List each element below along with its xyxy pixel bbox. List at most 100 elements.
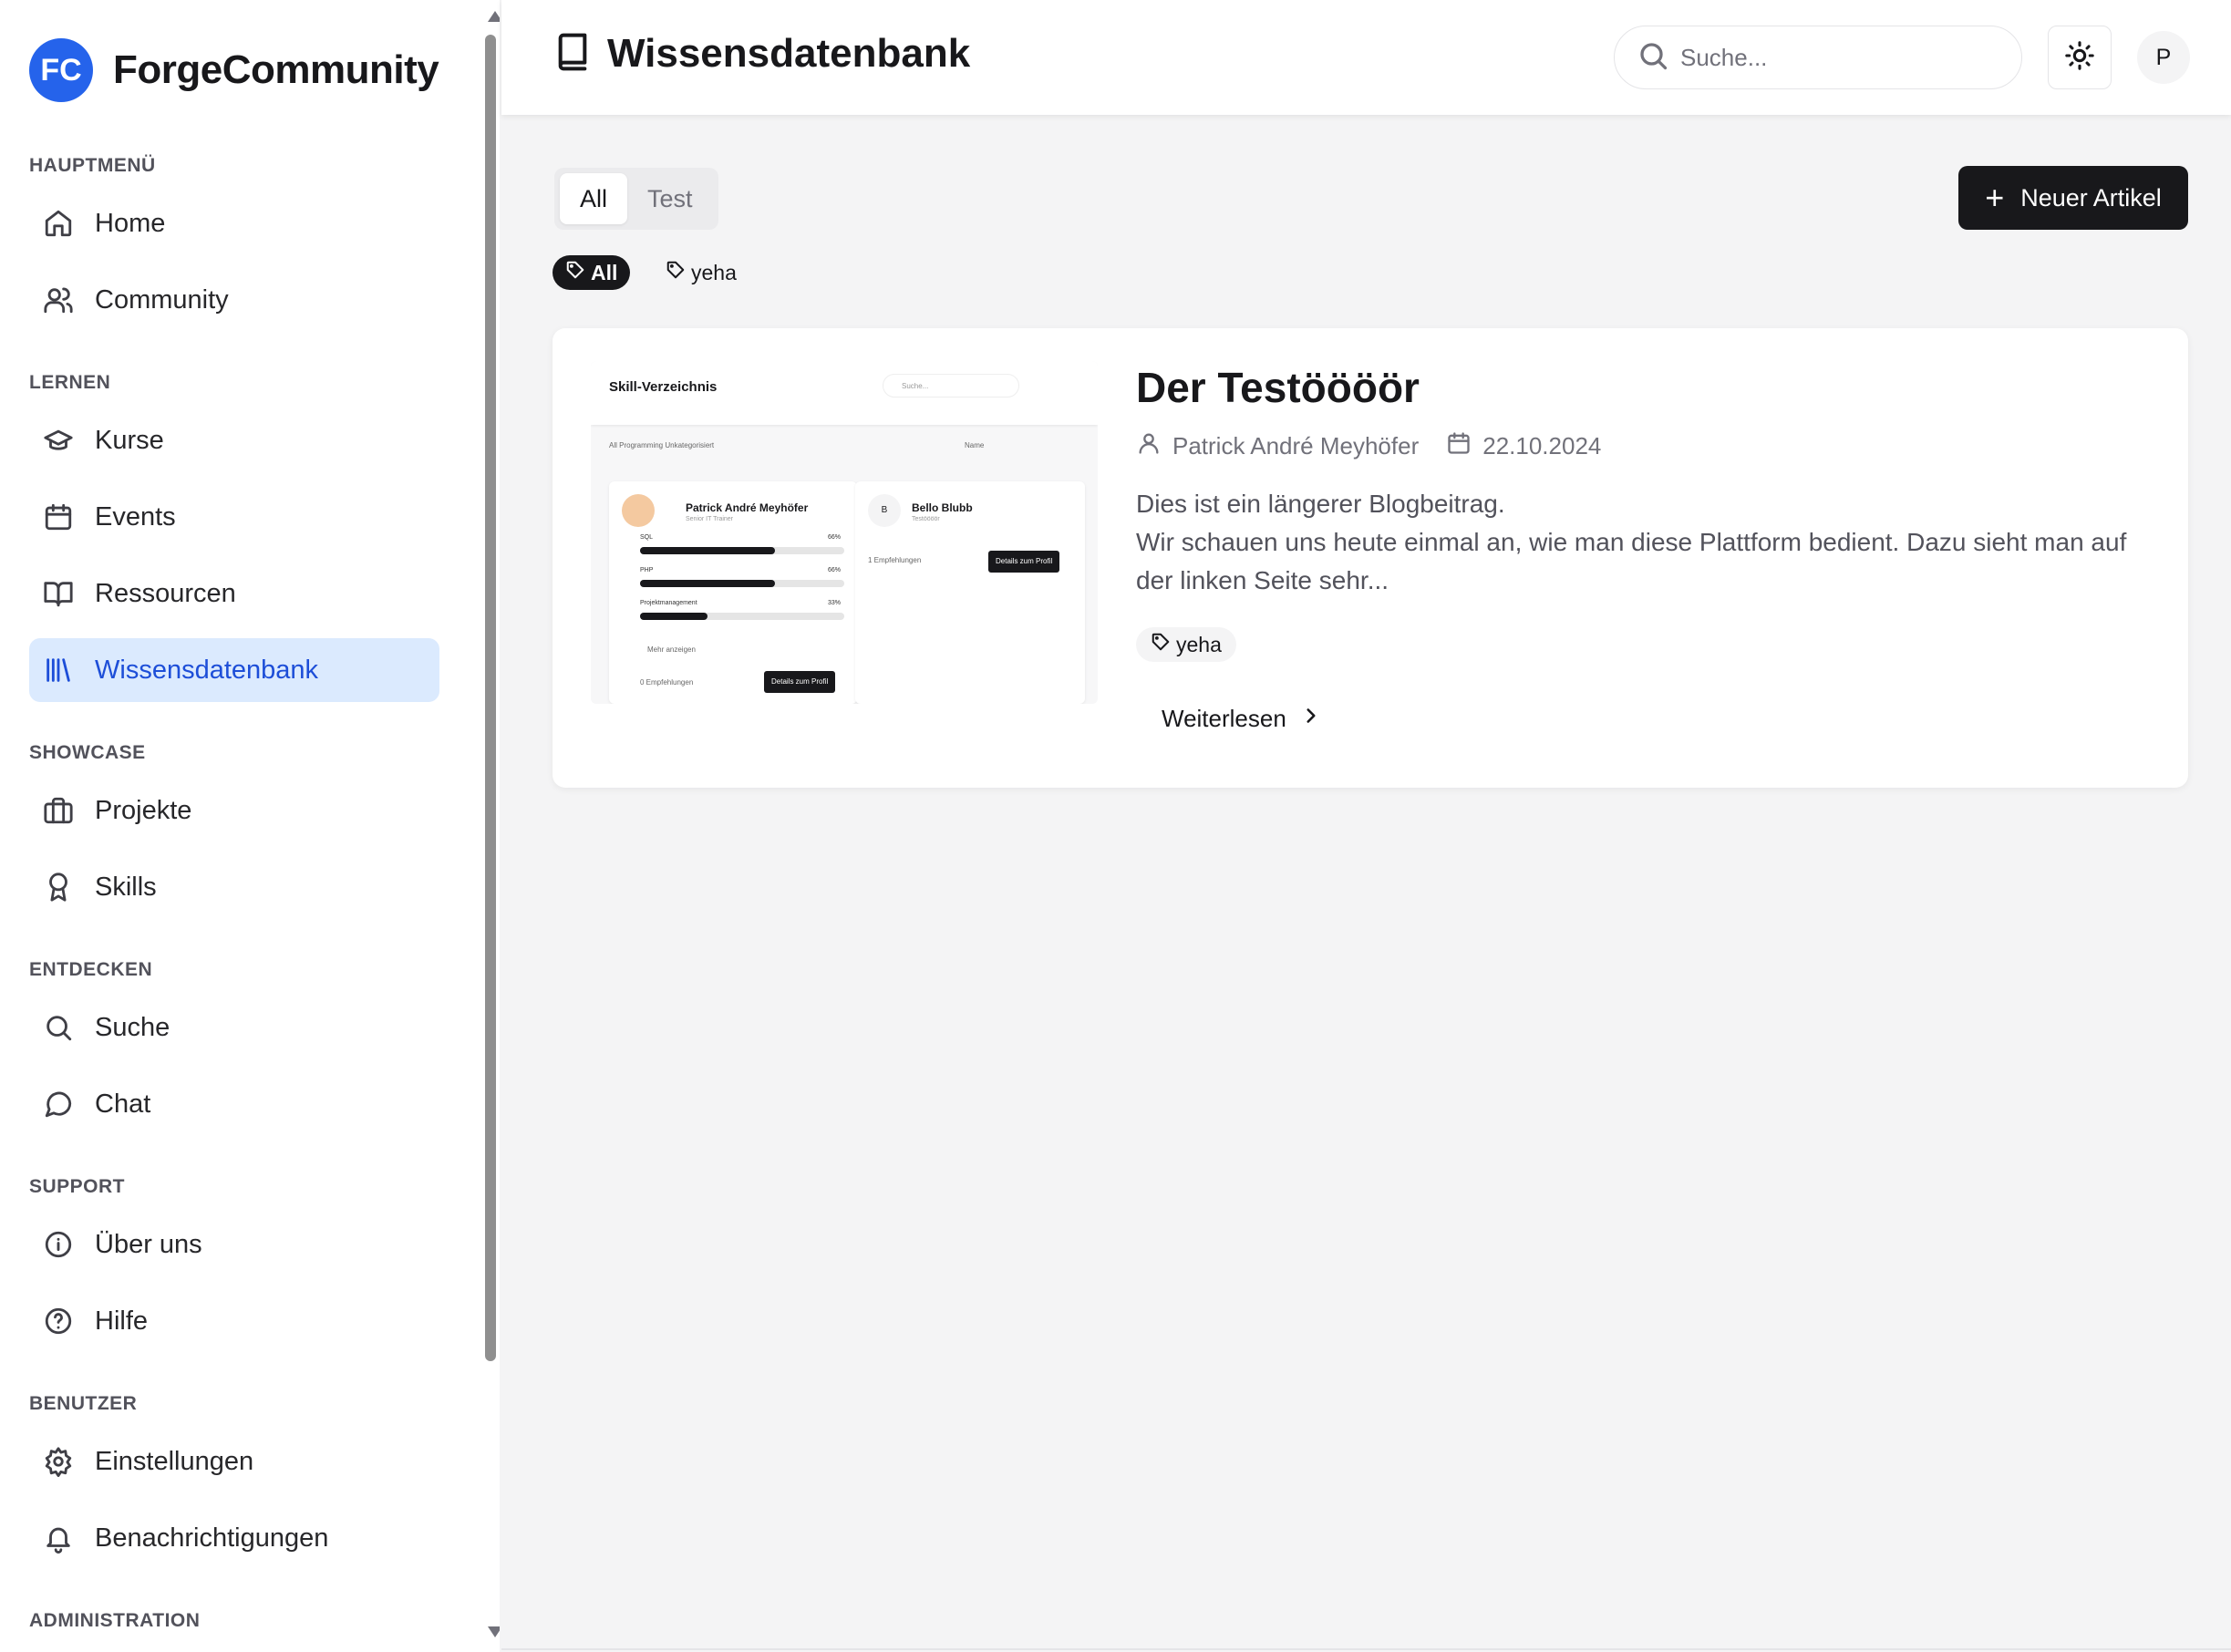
thumbnail-recommendations: 1 Empfehlungen (868, 556, 922, 564)
sidebar-item-events[interactable]: Events (29, 485, 439, 549)
calendar-icon (1446, 430, 1472, 462)
sidebar-item-community[interactable]: Community (29, 268, 439, 332)
section-title-showcase: SHOWCASE (29, 742, 146, 763)
sidebar-item-einstellungen[interactable]: Einstellungen (29, 1430, 439, 1493)
new-article-label: Neuer Artikel (2020, 183, 2162, 212)
section-title-benutzer: BENUTZER (29, 1393, 138, 1414)
sidebar-item-benachrichtigungen[interactable]: Benachrichtigungen (29, 1506, 439, 1570)
thumbnail-search: Suche... (883, 374, 1019, 398)
thumbnail-avatar: B (868, 494, 901, 527)
thumbnail-details-button: Details zum Profil (764, 671, 836, 693)
brand[interactable]: FC ForgeCommunity (29, 38, 439, 102)
sidebar-item-label: Benachrichtigungen (95, 1523, 329, 1553)
search-input[interactable] (1680, 43, 1990, 72)
article-excerpt: Dies ist ein längerer Blogbeitrag. Wir s… (1136, 485, 2148, 600)
brand-logo: FC (29, 38, 93, 102)
sidebar-item-label: Skills (95, 872, 157, 902)
sidebar-item-kurse[interactable]: Kurse (29, 408, 439, 472)
gear-icon (42, 1445, 75, 1478)
tag-icon (565, 260, 591, 285)
sidebar-item-label: Über uns (95, 1229, 202, 1259)
thumbnail-title: Skill-Verzeichnis (609, 379, 718, 395)
bell-icon (42, 1522, 75, 1554)
thumbnail-avatar (622, 494, 655, 527)
tag-icon (1151, 632, 1176, 657)
tag-filter-all[interactable]: All (553, 255, 631, 290)
search-icon (1637, 39, 1669, 77)
sidebar-item-wissensdatenbank[interactable]: Wissensdatenbank (29, 638, 439, 702)
brand-name: ForgeCommunity (113, 47, 439, 92)
article-tag[interactable]: yeha (1136, 627, 1236, 662)
read-more-label: Weiterlesen (1162, 705, 1286, 732)
thumbnail-tabs: All Programming Unkategorisiert (609, 441, 715, 449)
thumbnail-skill-bar (640, 613, 844, 620)
sidebar-item-label: Hilfe (95, 1306, 149, 1336)
sidebar-item-label: Wissensdatenbank (95, 655, 319, 685)
article-tag-label: yeha (1176, 632, 1222, 656)
thumbnail-profile-name: Patrick André Meyhöfer (686, 501, 809, 514)
section-title-support: SUPPORT (29, 1176, 126, 1197)
category-tabs: All Test (554, 168, 718, 230)
briefcase-icon (42, 794, 75, 827)
book-open-icon (42, 577, 75, 610)
page-title-text: Wissensdatenbank (607, 31, 971, 76)
sidebar-item-label: Home (95, 208, 166, 238)
search-box[interactable] (1614, 26, 2022, 89)
top-header: Wissensdatenbank P (501, 0, 2231, 115)
plus-icon: + (1985, 179, 2005, 216)
section-title-lernen: LERNEN (29, 372, 111, 393)
tag-icon (666, 260, 691, 285)
user-avatar[interactable]: P (2137, 31, 2190, 84)
article-date: 22.10.2024 (1482, 432, 1602, 459)
library-icon (42, 654, 75, 687)
article-excerpt-line: Wir schauen uns heute einmal an, wie man… (1136, 528, 2127, 594)
sidebar-item-label: Events (95, 501, 176, 532)
sidebar-item-chat[interactable]: Chat (29, 1072, 439, 1136)
sidebar-scrollbar[interactable] (481, 0, 500, 1652)
thumbnail-skill-sql: SQL 66% (640, 534, 841, 541)
thumbnail-profile-name: Bello Blubb (912, 501, 973, 514)
thumbnail-recommendations: 0 Empfehlungen (640, 678, 694, 687)
tab-test[interactable]: Test (627, 173, 713, 224)
calendar-icon (42, 501, 75, 533)
thumbnail-profile-card: B Bello Blubb Testöööör 1 Empfehlungen D… (855, 481, 1085, 704)
chevron-right-icon (1286, 704, 1323, 734)
tag-filter-label: yeha (691, 260, 737, 284)
scrollbar-thumb[interactable] (485, 35, 496, 1361)
home-icon (42, 207, 75, 240)
sun-icon (2064, 40, 2095, 76)
sidebar-item-label: Ressourcen (95, 578, 236, 608)
graduation-cap-icon (42, 424, 75, 457)
sidebar-item-skills[interactable]: Skills (29, 855, 439, 919)
thumbnail-profile-role: Senior IT Trainer (686, 516, 734, 522)
thumbnail-profile-card: Patrick André Meyhöfer Senior IT Trainer… (609, 481, 857, 704)
read-more-link[interactable]: Weiterlesen (1162, 704, 1323, 734)
tag-filter-yeha[interactable]: yeha (653, 255, 749, 290)
sidebar-item-projekte[interactable]: Projekte (29, 779, 439, 842)
article-thumbnail: Skill-Verzeichnis Suche... All Programmi… (591, 361, 1098, 704)
article-title[interactable]: Der Testöööör (1136, 363, 1420, 412)
sidebar-item-ressourcen[interactable]: Ressourcen (29, 562, 439, 625)
section-title-entdecken: ENTDECKEN (29, 959, 153, 980)
article-card[interactable]: Skill-Verzeichnis Suche... All Programmi… (553, 328, 2188, 788)
scroll-down-arrow-icon[interactable] (488, 1626, 500, 1637)
thumbnail-skill-bar (640, 547, 844, 554)
book-icon (554, 32, 591, 77)
scroll-up-arrow-icon[interactable] (488, 11, 500, 22)
user-icon (1136, 430, 1162, 462)
sidebar-item-ueber-uns[interactable]: Über uns (29, 1213, 439, 1276)
thumbnail-profile-role: Testöööör (912, 516, 940, 522)
sidebar-item-hilfe[interactable]: Hilfe (29, 1289, 439, 1353)
thumbnail-sort: Name (965, 441, 985, 449)
thumbnail-details-button: Details zum Profil (988, 551, 1060, 573)
help-circle-icon (42, 1305, 75, 1337)
article-excerpt-line: Dies ist ein längerer Blogbeitrag. (1136, 490, 1505, 518)
tab-all[interactable]: All (560, 173, 628, 224)
theme-toggle-button[interactable] (2048, 26, 2112, 89)
sidebar-item-suche[interactable]: Suche (29, 996, 439, 1059)
chat-bubble-icon (42, 1088, 75, 1120)
page-title: Wissensdatenbank (554, 31, 970, 77)
new-article-button[interactable]: + Neuer Artikel (1958, 166, 2188, 230)
sidebar-item-home[interactable]: Home (29, 191, 439, 255)
tag-filter-label: All (591, 260, 618, 284)
